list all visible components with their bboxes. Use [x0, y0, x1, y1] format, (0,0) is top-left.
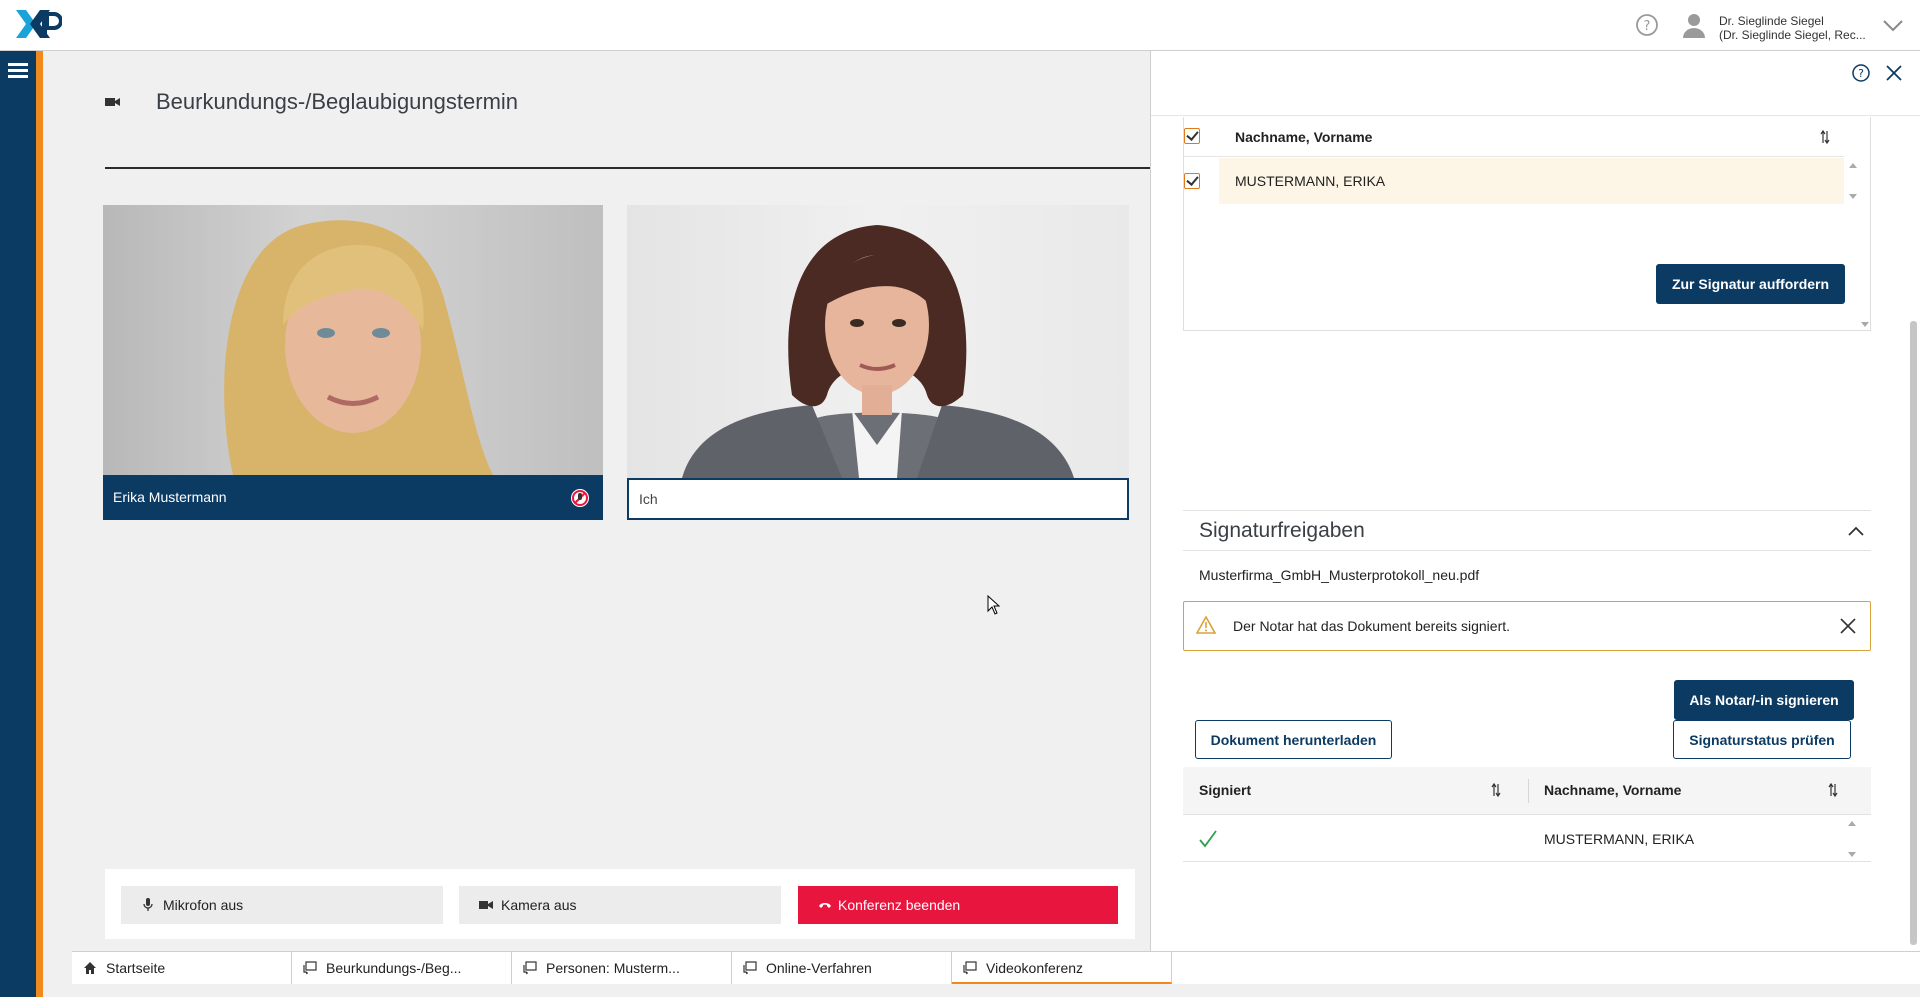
row-scrollbar[interactable] — [1848, 163, 1858, 199]
muted-icon — [571, 489, 589, 507]
home-icon — [84, 962, 96, 974]
mouse-cursor-icon — [987, 595, 1001, 615]
table-row[interactable]: MUSTERMANN, ERIKA — [1183, 816, 1871, 862]
video-stream-self — [627, 205, 1129, 478]
section-divider — [1183, 510, 1871, 511]
video-tile-self[interactable]: Ich — [627, 205, 1129, 520]
warning-icon — [1196, 616, 1216, 634]
end-conference-label: Konferenz beenden — [838, 897, 961, 913]
tab-online-verfahren[interactable]: Online-Verfahren — [732, 952, 952, 984]
rail-accent — [36, 51, 43, 997]
select-all-checkbox[interactable] — [1184, 128, 1200, 144]
warning-text: Der Notar hat das Dokument bereits signi… — [1233, 618, 1511, 634]
table-row[interactable]: MUSTERMANN, ERIKA — [1219, 158, 1844, 204]
chevron-up-icon[interactable] — [1847, 525, 1865, 537]
user-info[interactable]: Dr. Sieglinde Siegel (Dr. Sieglinde Sieg… — [1719, 14, 1866, 42]
mic-toggle-button[interactable]: Mikrofon aus — [121, 886, 443, 924]
chat-icon — [523, 961, 537, 975]
panel-scrollbar[interactable] — [1907, 121, 1919, 951]
row-name: MUSTERMANN, ERIKA — [1235, 173, 1386, 189]
tab-label: Online-Verfahren — [766, 960, 872, 976]
row-scrollbar[interactable] — [1847, 821, 1857, 857]
main-area: Beurkundungs-/Beglaubigungstermin Erika … — [43, 51, 1150, 951]
svg-text:?: ? — [1644, 19, 1651, 34]
end-conference-button[interactable]: Konferenz beenden — [798, 886, 1118, 924]
top-bar: ? Dr. Sieglinde Siegel (Dr. Sieglinde Si… — [0, 0, 1920, 51]
section-divider — [1183, 550, 1871, 551]
left-rail — [0, 51, 36, 997]
microphone-icon — [143, 898, 153, 911]
table-scrollbar[interactable] — [1860, 127, 1870, 327]
tab-label: Beurkundungs-/Beg... — [326, 960, 462, 976]
check-signature-status-button[interactable]: Signaturstatus prüfen — [1673, 720, 1851, 759]
sort-icon[interactable] — [1489, 782, 1503, 798]
sort-icon[interactable] — [1826, 782, 1840, 798]
self-nameplate: Ich — [627, 478, 1129, 520]
tab-label: Personen: Musterm... — [546, 960, 680, 976]
section-title: Signaturfreigaben — [1199, 519, 1365, 542]
document-filename: Musterfirma_GmbH_Musterprotokoll_neu.pdf — [1199, 567, 1480, 583]
title-divider — [105, 167, 1150, 169]
side-panel: ? Nachname, Vorname MUSTERMANN, ERIKA Zu… — [1150, 51, 1920, 951]
help-icon[interactable]: ? — [1851, 63, 1871, 83]
tab-label: Startseite — [106, 960, 166, 976]
hang-up-icon — [819, 903, 831, 908]
tab-beurkundung[interactable]: Beurkundungs-/Beg... — [292, 952, 512, 984]
sort-icon[interactable] — [1818, 129, 1832, 145]
row-name: MUSTERMANN, ERIKA — [1544, 831, 1695, 847]
request-signature-button[interactable]: Zur Signatur auffordern — [1656, 264, 1845, 304]
signature-status-table: Signiert Nachname, Vorname MUSTERMANN, E… — [1183, 767, 1871, 914]
chat-icon — [743, 961, 757, 975]
menu-icon[interactable] — [8, 63, 28, 79]
chat-icon — [963, 961, 977, 975]
page-title: Beurkundungs-/Beglaubigungstermin — [156, 89, 519, 114]
row-checkbox[interactable] — [1184, 173, 1200, 189]
download-document-button[interactable]: Dokument herunterladen — [1195, 720, 1392, 759]
xnp-logo[interactable] — [14, 8, 62, 40]
video-camera-icon — [479, 901, 493, 909]
svg-text:?: ? — [1858, 67, 1864, 80]
scrollbar-thumb[interactable] — [1910, 321, 1917, 945]
warning-banner: Der Notar hat das Dokument bereits signi… — [1183, 601, 1871, 651]
signature-request-table: Nachname, Vorname MUSTERMANN, ERIKA Zur … — [1183, 117, 1871, 331]
conference-controls: Mikrofon aus Kamera aus Konferenz beende… — [105, 869, 1135, 939]
signed-check-icon — [1199, 830, 1217, 848]
close-icon[interactable] — [1839, 617, 1857, 635]
column-header-name: Nachname, Vorname — [1544, 782, 1682, 798]
table-header: Signiert Nachname, Vorname — [1183, 767, 1871, 815]
table-header: Nachname, Vorname — [1184, 117, 1844, 157]
self-portrait-image — [682, 225, 1074, 478]
user-role: (Dr. Sieglinde Siegel, Rec... — [1719, 28, 1866, 42]
tab-videokonferenz[interactable]: Videokonferenz — [952, 952, 1172, 984]
video-tile-remote[interactable]: Erika Mustermann — [103, 205, 603, 520]
help-icon[interactable]: ? — [1635, 13, 1659, 37]
camera-toggle-label: Kamera aus — [501, 897, 577, 913]
chat-icon — [303, 961, 317, 975]
self-participant-name: Ich — [639, 491, 658, 507]
remote-participant-name: Erika Mustermann — [113, 489, 227, 505]
camera-toggle-button[interactable]: Kamera aus — [459, 886, 781, 924]
column-header-signed: Signiert — [1199, 782, 1252, 798]
user-name: Dr. Sieglinde Siegel — [1719, 14, 1824, 28]
tab-label: Videokonferenz — [986, 960, 1084, 976]
chevron-down-icon[interactable] — [1882, 17, 1904, 33]
column-divider — [1528, 779, 1529, 803]
panel-header-divider — [1151, 115, 1920, 116]
tab-startseite[interactable]: Startseite — [72, 952, 292, 984]
tab-personen[interactable]: Personen: Musterm... — [512, 952, 732, 984]
user-avatar-icon[interactable] — [1682, 12, 1706, 38]
sign-as-notary-button[interactable]: Als Notar/-in signieren — [1674, 680, 1854, 720]
video-camera-icon — [105, 98, 120, 106]
remote-nameplate: Erika Mustermann — [103, 475, 603, 520]
column-header-name: Nachname, Vorname — [1235, 129, 1373, 145]
tab-bar-footer — [72, 984, 1920, 997]
video-stream-remote — [103, 205, 603, 475]
bottom-tab-bar: Startseite Beurkundungs-/Beg... Personen… — [72, 951, 1920, 997]
mic-toggle-label: Mikrofon aus — [163, 897, 244, 913]
participant-portrait-image — [224, 220, 493, 475]
close-icon[interactable] — [1884, 63, 1904, 83]
